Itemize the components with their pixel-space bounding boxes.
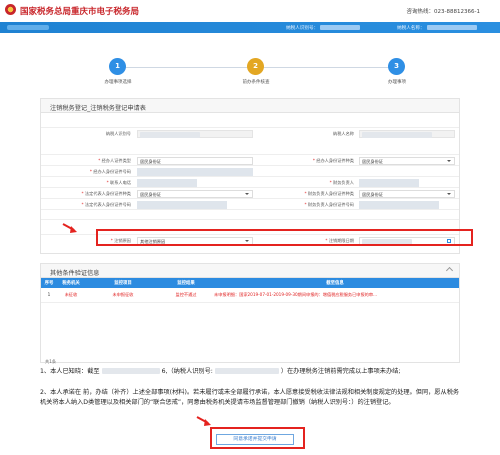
taxpayer-name-label: 纳税人名称： bbox=[397, 25, 425, 31]
fin-id-number-field[interactable] bbox=[359, 200, 439, 209]
taxpayer-id-label: 纳税人识别号： bbox=[286, 25, 319, 31]
col-index: 序号 bbox=[41, 278, 57, 288]
row-spacer bbox=[41, 209, 459, 220]
agent-cert-type-label: * 经办人身份证件种类 bbox=[312, 158, 354, 163]
step-2-circle: 2 bbox=[247, 58, 264, 75]
col-authority: 税务机关 bbox=[57, 278, 85, 288]
site-title: 国家税务总局重庆市电子税务局 bbox=[20, 7, 140, 17]
progress-steps: 1 办理事项选择 2 前办条件核查 3 办理事项 bbox=[0, 48, 500, 88]
chevron-down-icon bbox=[447, 160, 451, 162]
taxpayer-id-label: 纳税人识别号 bbox=[105, 131, 131, 136]
row-agent-type: * 经办人证件类型 居民身份证 * 经办人身份证件种类 居民身份证 bbox=[41, 154, 459, 165]
step-connector bbox=[120, 67, 250, 68]
statement-1-mid: 6,（纳税人识别号: bbox=[161, 368, 213, 375]
legal-cert-type-label: * 法定代表人身份证件种类 bbox=[81, 191, 131, 196]
fin-id-number-label: * 财务负责人身份证件号码 bbox=[304, 202, 354, 207]
agent-id-type-select[interactable]: 居民身份证 bbox=[137, 156, 253, 165]
agent-id-number-label: * 经办人身份证件号码 bbox=[89, 169, 131, 174]
redacted-value bbox=[426, 24, 477, 30]
legal-id-number-field[interactable] bbox=[137, 200, 227, 209]
check-title: 其他条件验证信息 bbox=[41, 264, 459, 278]
fin-cert-type-label: * 财务负责人身份证件种类 bbox=[304, 191, 354, 196]
taxpayer-id-info: 纳税人识别号： bbox=[286, 24, 361, 31]
step-1-label: 办理事项选择 bbox=[104, 80, 132, 85]
col-result: 监控结果 bbox=[161, 278, 211, 288]
tax-emblem-icon bbox=[5, 4, 16, 15]
step-3-circle: 3 bbox=[388, 58, 405, 75]
taxpayer-name-info: 纳税人名称： bbox=[397, 24, 477, 31]
statement-1: 1、本人已知晓：截至 6,（纳税人识别号: ）在办理税务注销前需完成以上事项未办… bbox=[40, 367, 460, 377]
taxpayer-id-field bbox=[137, 129, 253, 138]
fin-cert-type-select[interactable]: 居民身份证 bbox=[359, 189, 455, 198]
statement-1-end: ）在办理税务注销前需完成以上事项未办结; bbox=[280, 368, 401, 375]
user-info-bar: 纳税人识别号： 纳税人名称： bbox=[0, 22, 500, 33]
chevron-down-icon bbox=[447, 193, 451, 195]
agent-id-number-field[interactable] bbox=[137, 167, 253, 176]
row-cert-types: * 法定代表人身份证件种类 居民身份证 * 财务负责人身份证件种类 居民身份证 bbox=[41, 187, 459, 198]
form-title: 注销税务登记_注销税务登记申请表 bbox=[41, 99, 459, 113]
redacted-value bbox=[362, 132, 432, 138]
redacted-value bbox=[101, 368, 160, 374]
step-1-circle: 1 bbox=[109, 58, 126, 75]
row-phone: * 联系人电话 * 财务负责人 bbox=[41, 176, 459, 187]
row-index: 1 bbox=[41, 288, 57, 303]
step-connector bbox=[262, 67, 395, 68]
row-result: 监控不通过 bbox=[161, 288, 211, 303]
col-info: 截至信息 bbox=[211, 278, 459, 288]
table-row: 1 未征收 未申报征收 监控不通过 未申报明细：国家2019-07-01-201… bbox=[41, 288, 459, 303]
row-id-numbers: * 法定代表人身份证件号码 * 财务负责人身份证件号码 bbox=[41, 198, 459, 209]
legal-id-number-label: * 法定代表人身份证件号码 bbox=[81, 202, 131, 207]
site-header: 国家税务总局重庆市电子税务局 咨询热线：023-88812366-1 bbox=[0, 0, 500, 22]
table-footer: 共1条 bbox=[45, 359, 57, 364]
submit-button[interactable]: 同意承诺并提交申请 bbox=[216, 434, 294, 445]
agent-cert-type-select[interactable]: 居民身份证 bbox=[359, 156, 455, 165]
taxpayer-name-field bbox=[359, 129, 455, 138]
red-arrow-icon bbox=[196, 416, 211, 426]
step-2-label: 前办条件核查 bbox=[242, 80, 270, 85]
step-3-label: 办理事项 bbox=[388, 80, 406, 85]
col-item: 监控项目 bbox=[85, 278, 161, 288]
redacted-value bbox=[214, 368, 279, 374]
redacted-value bbox=[140, 132, 200, 138]
legal-cert-type-select[interactable]: 居民身份证 bbox=[137, 189, 253, 198]
highlight-reason-row bbox=[96, 229, 473, 246]
legal-rep-label: * 财务负责人 bbox=[329, 180, 354, 185]
red-arrow-icon bbox=[62, 223, 77, 233]
row-taxpayer: 纳税人识别号 纳税人名称 bbox=[41, 127, 459, 138]
table-header-row: 序号 税务机关 监控项目 监控结果 截至信息 bbox=[41, 278, 459, 288]
check-info-panel: 其他条件验证信息 序号 税务机关 监控项目 监控结果 截至信息 1 未征收 未申… bbox=[40, 263, 460, 364]
agent-phone-field[interactable] bbox=[137, 178, 197, 187]
hotline: 咨询热线：023-88812366-1 bbox=[406, 9, 480, 15]
redacted-value bbox=[320, 24, 361, 30]
row-item: 未申报征收 bbox=[85, 288, 161, 303]
statement-1-start: 1、本人已知晓：截至 bbox=[40, 368, 100, 375]
row-agent-id: * 经办人身份证件号码 bbox=[41, 165, 459, 176]
row-authority: 未征收 bbox=[57, 288, 85, 303]
row-info: 未申报明细：国家2019-07-01-2019-09-30期间申报的：增值税应税… bbox=[211, 288, 459, 303]
legal-rep-field[interactable] bbox=[359, 178, 419, 187]
agent-phone-label: * 联系人电话 bbox=[106, 180, 131, 185]
chevron-down-icon bbox=[245, 193, 249, 195]
agent-id-type-label: * 经办人证件类型 bbox=[98, 158, 131, 163]
statement-2: 2、本人承诺在 前，办结（补齐）上述全部事项(材料)。若未履行或未全部履行承诺，… bbox=[40, 389, 460, 406]
check-table: 序号 税务机关 监控项目 监控结果 截至信息 1 未征收 未申报征收 监控不通过… bbox=[41, 278, 459, 303]
taxpayer-name-label: 纳税人名称 bbox=[333, 131, 354, 136]
brand-blur bbox=[7, 25, 49, 30]
